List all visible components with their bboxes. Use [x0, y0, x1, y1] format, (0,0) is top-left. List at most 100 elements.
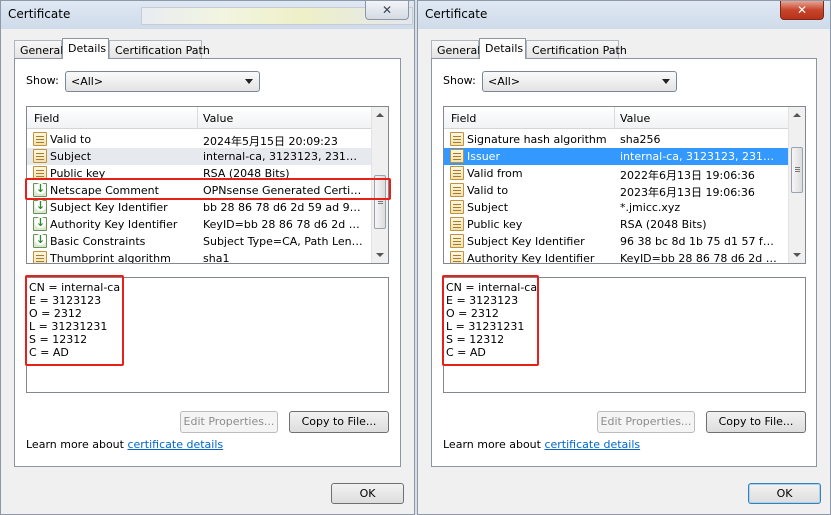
show-dropdown[interactable]: <All>	[482, 71, 677, 92]
detail-line: O = 2312	[446, 307, 499, 320]
certificate-field-icon	[450, 166, 464, 180]
list-item[interactable]: Subject Key Identifier 96 38 bc 8d 1b 75…	[444, 233, 789, 250]
extension-icon	[33, 217, 47, 231]
field-name: Signature hash algorithm	[467, 133, 607, 146]
certificate-field-icon	[450, 132, 464, 146]
field-name: Public key	[50, 167, 106, 180]
field-value: Subject Type=CA, Path Lengt...	[203, 235, 363, 248]
edit-properties-button[interactable]: Edit Properties...	[180, 411, 278, 433]
field-name: Public key	[467, 218, 523, 231]
chevron-down-icon	[662, 79, 670, 84]
detail-line: E = 3123123	[446, 294, 519, 307]
close-button[interactable]: ✕	[365, 1, 409, 20]
certificate-details-link[interactable]: certificate details	[127, 438, 223, 451]
extension-icon	[33, 183, 47, 197]
field-value: 2023年6月13日 19:06:36	[620, 186, 755, 199]
window-title: Certificate	[8, 7, 71, 21]
copy-to-file-button[interactable]: Copy to File...	[289, 411, 389, 433]
details-panel: Show: <All> Field Value Valid to 2024年5月…	[14, 58, 401, 467]
tab-details[interactable]: Details	[479, 38, 526, 59]
list-item[interactable]: Valid to 2023年6月13日 19:06:36	[444, 182, 789, 199]
tab-general[interactable]: General	[431, 40, 480, 58]
column-header-field[interactable]: Field	[34, 112, 59, 125]
certificate-field-icon	[450, 234, 464, 248]
field-value: 2022年6月13日 19:06:36	[620, 169, 755, 182]
learn-more-text: Learn more about certificate details	[443, 438, 640, 451]
field-value: internal-ca, 3123123, 2312, 3...	[620, 150, 780, 163]
tab-certification-path[interactable]: Certification Path	[109, 40, 210, 58]
title-bar[interactable]: Certificate ✕	[1, 1, 414, 29]
field-name: Valid from	[467, 167, 523, 180]
list-item-selected[interactable]: Issuer internal-ca, 3123123, 2312, 3...	[444, 148, 789, 165]
edit-properties-button[interactable]: Edit Properties...	[597, 411, 695, 433]
field-value: KeyID=bb 28 86 78 d6 2d 59 ...	[620, 252, 780, 264]
field-value: internal-ca, 3123123, 2312, 3...	[203, 150, 363, 163]
field-value: *.jmicc.xyz	[620, 201, 681, 214]
field-name: Subject	[50, 150, 92, 163]
certificate-field-icon	[450, 200, 464, 214]
certificate-field-icon	[33, 251, 47, 263]
scroll-down-arrow-icon[interactable]	[793, 253, 801, 257]
list-header: Field Value	[444, 107, 789, 129]
learn-more-text: Learn more about certificate details	[26, 438, 223, 451]
field-name: Valid to	[50, 133, 92, 146]
detail-line: S = 12312	[446, 333, 505, 346]
certificate-details-link[interactable]: certificate details	[544, 438, 640, 451]
chevron-down-icon	[245, 79, 253, 84]
ok-button[interactable]: OK	[748, 483, 821, 504]
list-scrollbar[interactable]	[371, 107, 388, 263]
list-item[interactable]: Basic Constraints Subject Type=CA, Path …	[27, 233, 372, 250]
certificate-field-icon	[33, 149, 47, 163]
list-item[interactable]: Thumbprint algorithm sha1	[27, 250, 372, 264]
list-item[interactable]: Valid to 2024年5月15日 20:09:23	[27, 131, 372, 148]
field-value: KeyID=bb 28 86 78 d6 2d 59 ...	[203, 218, 363, 231]
list-item[interactable]: Subject Key Identifier bb 28 86 78 d6 2d…	[27, 199, 372, 216]
column-header-value[interactable]: Value	[203, 112, 233, 125]
detail-line: O = 2312	[29, 307, 82, 320]
ok-button[interactable]: OK	[331, 483, 404, 504]
close-button[interactable]: ✕	[780, 1, 824, 20]
title-bar[interactable]: Certificate ✕	[418, 1, 830, 29]
scroll-down-arrow-icon[interactable]	[376, 253, 384, 257]
certificate-window-right: Certificate ✕ General Details Certificat…	[417, 0, 831, 515]
list-item[interactable]: Subject internal-ca, 3123123, 2312, 3...	[27, 148, 372, 165]
detail-line: CN = internal-ca	[29, 281, 121, 294]
list-item[interactable]: Subject *.jmicc.xyz	[444, 199, 789, 216]
scroll-up-arrow-icon[interactable]	[793, 113, 801, 117]
column-divider[interactable]	[614, 107, 615, 129]
scroll-up-arrow-icon[interactable]	[376, 113, 384, 117]
list-item[interactable]: Netscape Comment OPNsense Generated Cert…	[27, 182, 372, 199]
show-dropdown[interactable]: <All>	[65, 71, 260, 92]
field-value: sha1	[203, 252, 230, 264]
field-value: 96 38 bc 8d 1b 75 d1 57 f0 38 ...	[620, 235, 780, 248]
detail-line: C = AD	[29, 346, 69, 359]
field-detail-box[interactable]: CN = internal-ca E = 3123123 O = 2312 L …	[26, 277, 389, 393]
column-header-field[interactable]: Field	[451, 112, 476, 125]
field-list[interactable]: Field Value Signature hash algorithm sha…	[443, 106, 806, 264]
extension-icon	[33, 200, 47, 214]
list-item[interactable]: Authority Key Identifier KeyID=bb 28 86 …	[27, 216, 372, 233]
field-value: 2024年5月15日 20:09:23	[203, 135, 338, 148]
column-header-value[interactable]: Value	[620, 112, 650, 125]
tab-details[interactable]: Details	[62, 38, 109, 59]
copy-to-file-button[interactable]: Copy to File...	[706, 411, 806, 433]
field-name: Thumbprint algorithm	[50, 252, 171, 264]
scrollbar-thumb[interactable]	[791, 147, 803, 193]
list-item[interactable]: Public key RSA (2048 Bits)	[27, 165, 372, 182]
list-item[interactable]: Signature hash algorithm sha256	[444, 131, 789, 148]
tab-general[interactable]: General	[14, 40, 63, 58]
field-name: Netscape Comment	[50, 184, 159, 197]
field-detail-box[interactable]: CN = internal-ca E = 3123123 O = 2312 L …	[443, 277, 806, 393]
certificate-field-icon	[33, 132, 47, 146]
tab-certification-path[interactable]: Certification Path	[526, 40, 627, 58]
list-scrollbar[interactable]	[788, 107, 805, 263]
field-value: bb 28 86 78 d6 2d 59 ad 9d 8b...	[203, 201, 363, 214]
scrollbar-thumb[interactable]	[374, 175, 386, 229]
column-divider[interactable]	[197, 107, 198, 129]
field-list[interactable]: Field Value Valid to 2024年5月15日 20:09:23…	[26, 106, 389, 264]
certificate-window-left: Certificate ✕ General Details Certificat…	[0, 0, 415, 515]
list-item[interactable]: Valid from 2022年6月13日 19:06:36	[444, 165, 789, 182]
list-item[interactable]: Authority Key Identifier KeyID=bb 28 86 …	[444, 250, 789, 264]
show-label: Show:	[443, 74, 476, 87]
list-item[interactable]: Public key RSA (2048 Bits)	[444, 216, 789, 233]
